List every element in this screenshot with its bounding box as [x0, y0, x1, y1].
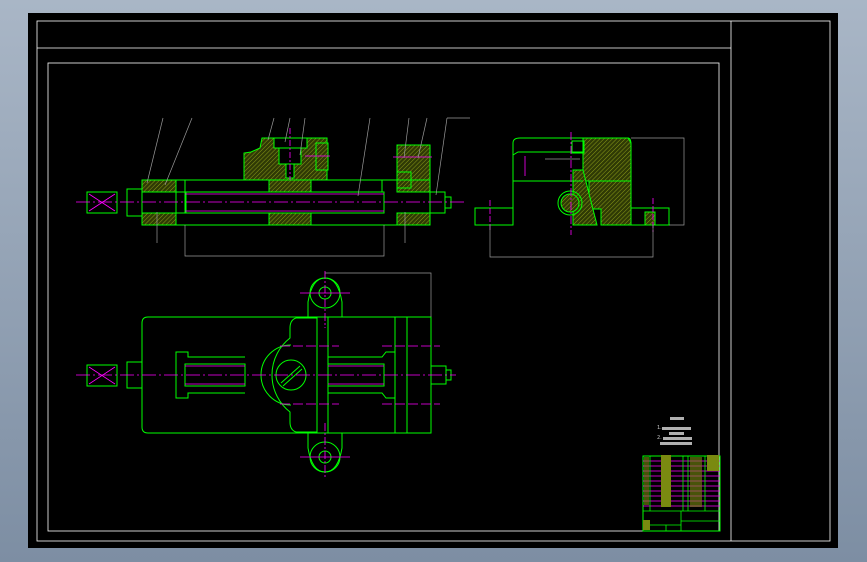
cad-viewport[interactable] [0, 0, 867, 562]
note-item-1: 1. [657, 425, 662, 431]
note-item-2: 2. [657, 435, 662, 441]
